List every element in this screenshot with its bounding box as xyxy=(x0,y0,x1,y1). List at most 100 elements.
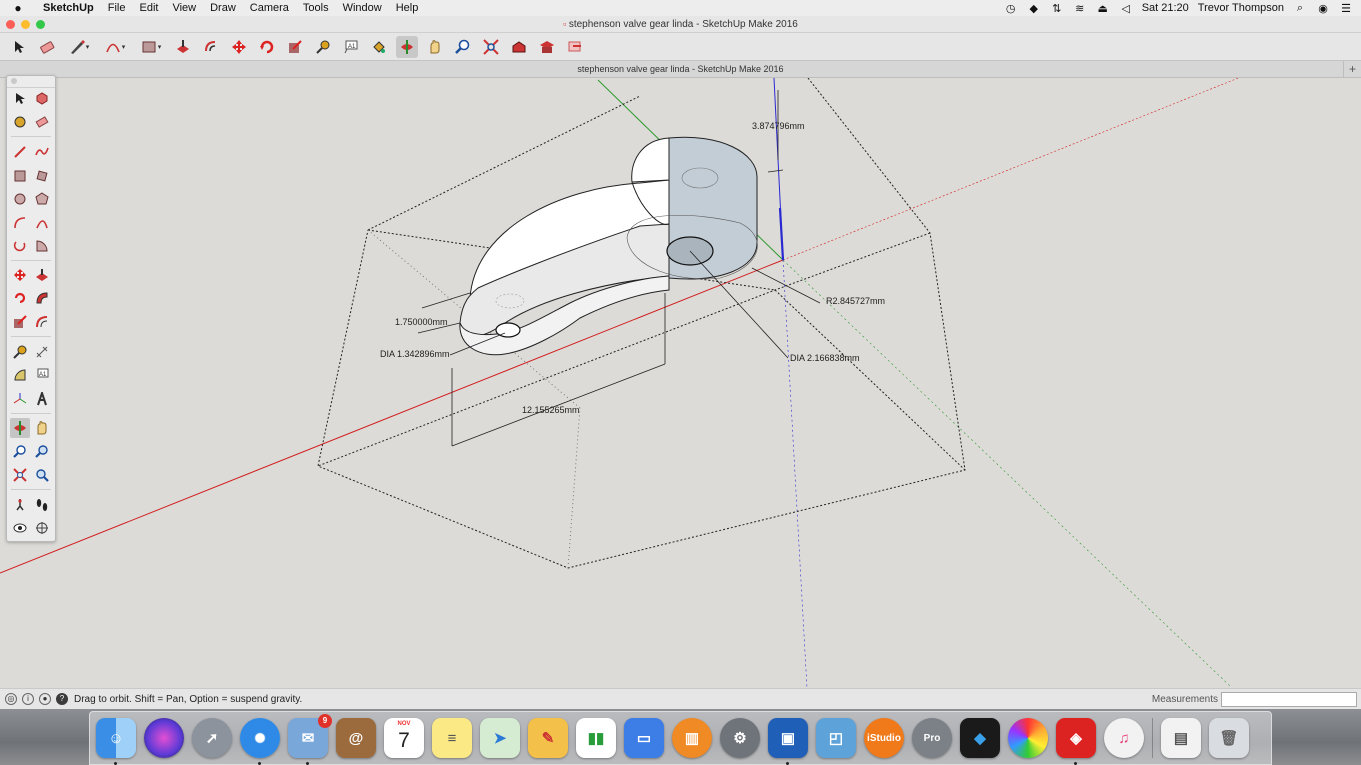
pencil-line-tool-icon[interactable] xyxy=(64,36,94,58)
move-icon[interactable] xyxy=(10,265,30,285)
menu-tools[interactable]: Tools xyxy=(296,2,336,14)
zoom-window-button[interactable] xyxy=(36,20,45,29)
volume-icon[interactable]: ◁ xyxy=(1119,2,1133,15)
circle-icon[interactable] xyxy=(10,189,30,209)
scale-icon[interactable] xyxy=(10,312,30,332)
eject-icon[interactable]: ⏏ xyxy=(1096,2,1110,15)
siri-icon[interactable] xyxy=(144,718,184,758)
mail-icon[interactable]: ✉ 9 xyxy=(288,714,332,765)
user-account-icon[interactable]: ● xyxy=(39,693,51,705)
scale-tool-icon[interactable] xyxy=(284,36,306,58)
tape-measure-icon[interactable] xyxy=(10,342,30,362)
arc-icon[interactable] xyxy=(10,213,30,233)
rotate-icon[interactable] xyxy=(10,288,30,308)
dash-icon[interactable]: ◆ xyxy=(960,718,1000,758)
push-pull-icon[interactable] xyxy=(32,265,52,285)
downloads-stack-icon[interactable]: ▤ xyxy=(1161,718,1201,758)
itunes-icon[interactable]: ♫ xyxy=(1104,718,1144,758)
menubar-user[interactable]: Trevor Thompson xyxy=(1198,2,1284,14)
section-plane-icon[interactable] xyxy=(32,518,52,538)
freehand-icon[interactable] xyxy=(32,142,52,162)
menu-file[interactable]: File xyxy=(101,2,133,14)
height-dimension-label[interactable]: 3.874796mm xyxy=(752,121,805,131)
menu-help[interactable]: Help xyxy=(389,2,426,14)
rectangle-icon[interactable] xyxy=(10,166,30,186)
eraser-tool-icon[interactable] xyxy=(36,36,58,58)
sync-icon[interactable]: ⇅ xyxy=(1050,2,1064,15)
three-point-arc-icon[interactable] xyxy=(10,236,30,256)
apple-menu-icon[interactable]: ● xyxy=(0,1,36,15)
text-tool-icon[interactable]: A1 xyxy=(340,36,362,58)
orbit-tool-icon[interactable] xyxy=(396,35,418,58)
geolocation-icon[interactable]: ◎ xyxy=(5,693,17,705)
two-point-arc-icon[interactable] xyxy=(32,213,52,233)
push-pull-tool-icon[interactable] xyxy=(172,36,194,58)
rotate-tool-icon[interactable] xyxy=(256,36,278,58)
menu-draw[interactable]: Draw xyxy=(203,2,243,14)
dimension-icon[interactable] xyxy=(32,342,52,362)
contacts-icon[interactable]: @ xyxy=(336,718,376,758)
measurements-input[interactable] xyxy=(1221,691,1357,707)
extension-warehouse-icon[interactable] xyxy=(536,36,558,58)
image-capture-icon[interactable]: ◰ xyxy=(816,718,856,758)
close-window-button[interactable] xyxy=(6,20,15,29)
small-diameter-label[interactable]: DIA 1.342896mm xyxy=(380,349,450,359)
polygon-icon[interactable] xyxy=(32,189,52,209)
position-camera-icon[interactable] xyxy=(10,495,30,515)
calendar-icon[interactable]: NOV 7 xyxy=(384,718,424,758)
3d-text-icon[interactable] xyxy=(32,389,52,409)
look-around-icon[interactable] xyxy=(10,518,30,538)
model-canvas[interactable] xyxy=(0,78,1361,688)
make-component-icon[interactable] xyxy=(32,88,52,108)
ibooks-icon[interactable]: ▥ xyxy=(672,718,712,758)
new-tab-button[interactable]: + xyxy=(1343,61,1361,78)
pages-icon[interactable]: ✎ xyxy=(528,718,568,758)
zoom-window-icon[interactable] xyxy=(32,442,52,462)
orbit-icon[interactable] xyxy=(10,418,30,438)
zoom-extents-icon[interactable] xyxy=(10,465,30,485)
sketchup-icon[interactable]: ◈ xyxy=(1056,718,1096,765)
zoom-tool-icon[interactable] xyxy=(452,36,474,58)
minimize-window-button[interactable] xyxy=(21,20,30,29)
menu-edit[interactable]: Edit xyxy=(132,2,165,14)
numbers-icon[interactable]: ▮▮ xyxy=(576,718,616,758)
large-diameter-label[interactable]: DIA 2.166838mm xyxy=(790,353,860,363)
menu-window[interactable]: Window xyxy=(336,2,389,14)
launchpad-icon[interactable]: ➚ xyxy=(192,718,232,758)
zoom-extents-tool-icon[interactable] xyxy=(480,36,502,58)
protractor-icon[interactable] xyxy=(10,365,30,385)
axes-icon[interactable] xyxy=(10,389,30,409)
arc-tool-icon[interactable] xyxy=(100,36,130,58)
valve-gear-part[interactable] xyxy=(459,136,758,356)
menu-app-sketchup[interactable]: SketchUp xyxy=(36,2,101,14)
eraser-icon[interactable] xyxy=(32,112,52,132)
pan-icon[interactable] xyxy=(32,418,52,438)
remote-desktop-icon[interactable]: ▣ xyxy=(768,718,808,765)
instructor-icon[interactable]: ? xyxy=(56,693,68,705)
google-earth-pro-icon[interactable]: Pro xyxy=(912,718,952,758)
menubar-clock[interactable]: Sat 21:20 xyxy=(1142,2,1189,14)
palette-close-button[interactable] xyxy=(11,78,17,84)
zoom-icon[interactable] xyxy=(10,442,30,462)
select-tool-icon[interactable] xyxy=(8,36,30,58)
select-icon[interactable] xyxy=(10,88,30,108)
finder-icon[interactable]: ☺ xyxy=(96,718,136,765)
walk-icon[interactable] xyxy=(32,495,52,515)
offset-tool-icon[interactable] xyxy=(200,36,222,58)
thickness-dimension-label[interactable]: 1.750000mm xyxy=(395,317,448,327)
system-preferences-icon[interactable]: ⚙ xyxy=(720,718,760,758)
trash-icon[interactable]: 🗑 xyxy=(1209,718,1249,758)
pie-icon[interactable] xyxy=(32,236,52,256)
pan-tool-icon[interactable] xyxy=(424,36,446,58)
rotated-rectangle-icon[interactable] xyxy=(32,166,52,186)
credits-icon[interactable]: i xyxy=(22,693,34,705)
move-tool-icon[interactable] xyxy=(228,36,250,58)
spotlight-search-icon[interactable]: ⌕ xyxy=(1293,2,1307,15)
siri-icon[interactable]: ◉ xyxy=(1316,2,1330,15)
notes-icon[interactable]: ≡ xyxy=(432,718,472,758)
maps-icon[interactable]: ➤ xyxy=(480,718,520,758)
istudio-icon[interactable]: iStudio xyxy=(864,718,904,758)
text-icon[interactable]: A1 xyxy=(32,365,52,385)
send-to-layout-icon[interactable] xyxy=(564,36,586,58)
radius-dimension-label[interactable]: R2.845727mm xyxy=(826,296,885,306)
